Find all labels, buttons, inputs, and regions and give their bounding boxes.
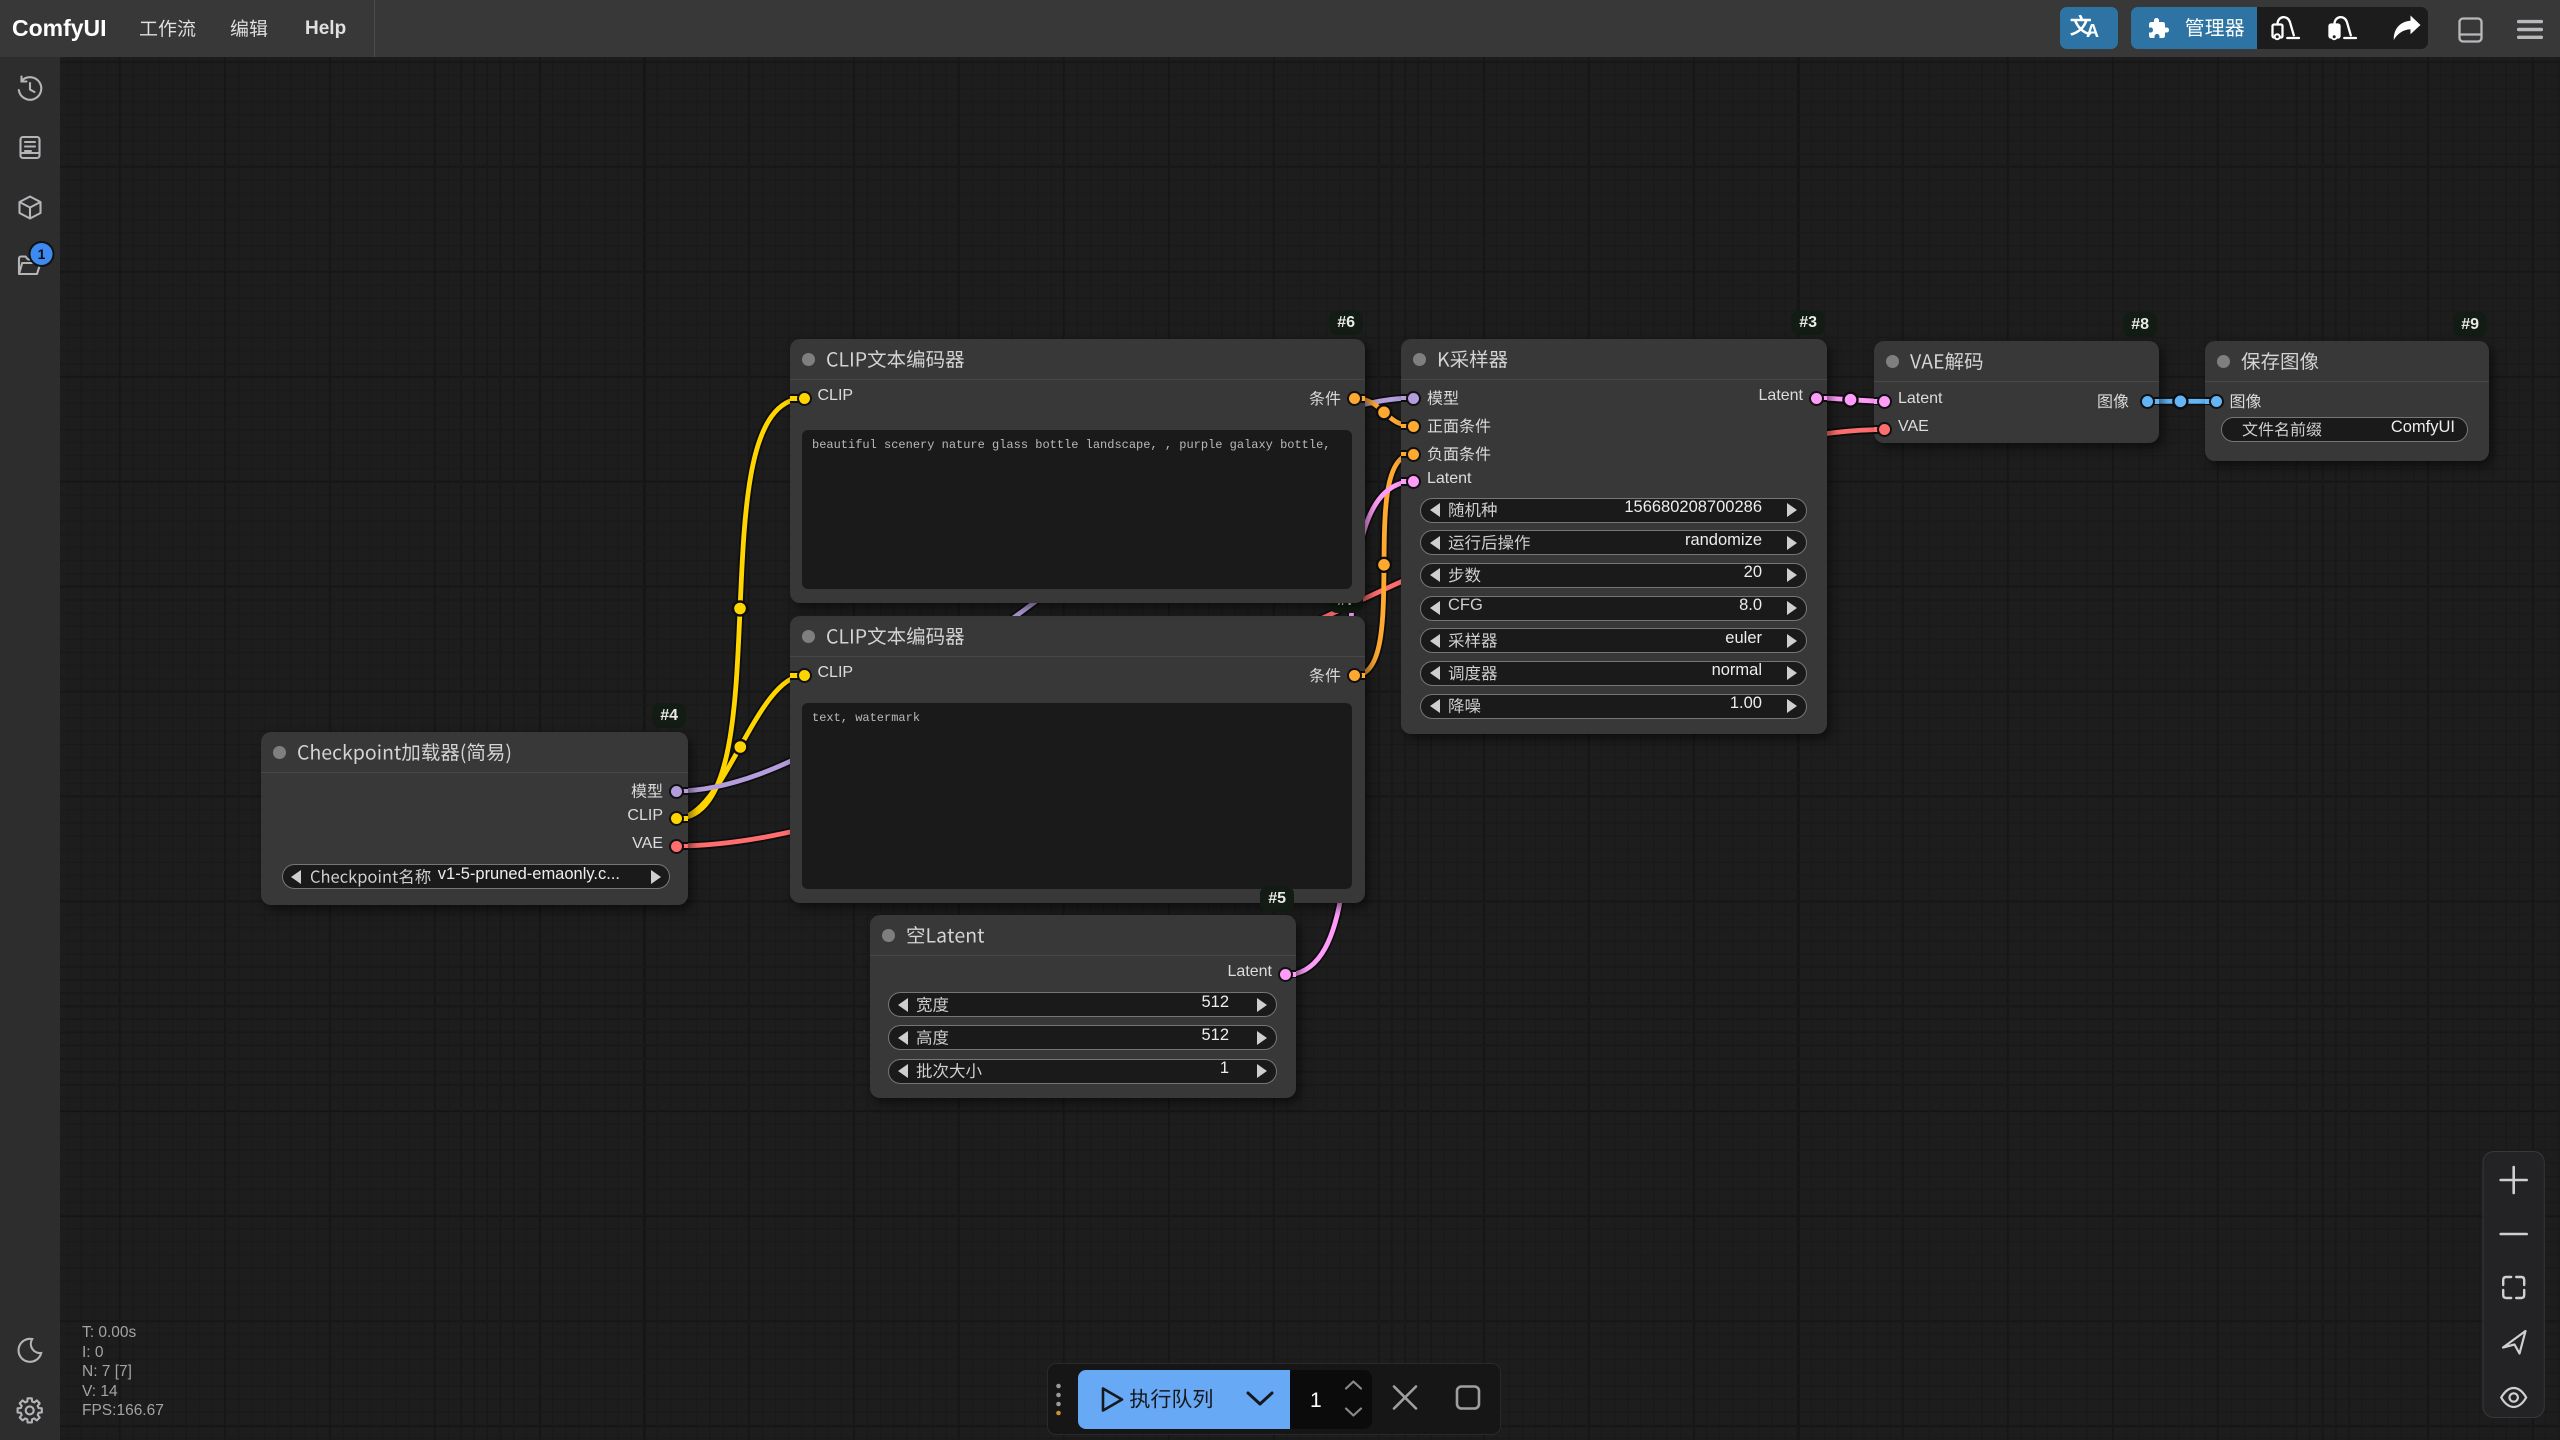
svg-text:1: 1 [38,246,46,262]
